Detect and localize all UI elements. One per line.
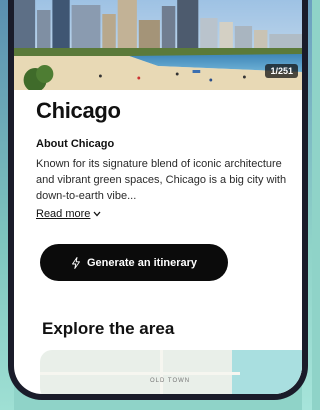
phone-frame: 1/251 Chicago About Chicago Known for it…: [8, 0, 308, 400]
map-road: [40, 372, 240, 375]
about-heading: About Chicago: [36, 138, 115, 150]
chevron-down-icon: [93, 209, 101, 219]
city-title: Chicago: [36, 98, 121, 123]
photo-counter-badge: 1/251: [265, 64, 298, 78]
map-water: [232, 350, 302, 394]
about-description: Known for its signature blend of iconic …: [36, 158, 287, 202]
read-more-link[interactable]: Read more: [36, 208, 101, 220]
read-more-label: Read more: [36, 208, 91, 220]
hero-photo-image: [14, 0, 302, 90]
hero-photo[interactable]: [14, 0, 302, 90]
generate-itinerary-label: Generate an itinerary: [86, 256, 198, 269]
explore-title: Explore the area: [42, 319, 175, 338]
area-map[interactable]: OLD TOWN: [40, 350, 302, 394]
city-screen: 1/251 Chicago About Chicago Known for it…: [14, 0, 302, 394]
city-info: Chicago About Chicago Known for its sign…: [36, 98, 296, 222]
map-road: [160, 350, 163, 394]
map-neighborhood-label: OLD TOWN: [150, 378, 191, 384]
generate-itinerary-button[interactable]: Generate an itinerary: [40, 244, 228, 281]
lightning-bolt-icon: [72, 256, 80, 269]
